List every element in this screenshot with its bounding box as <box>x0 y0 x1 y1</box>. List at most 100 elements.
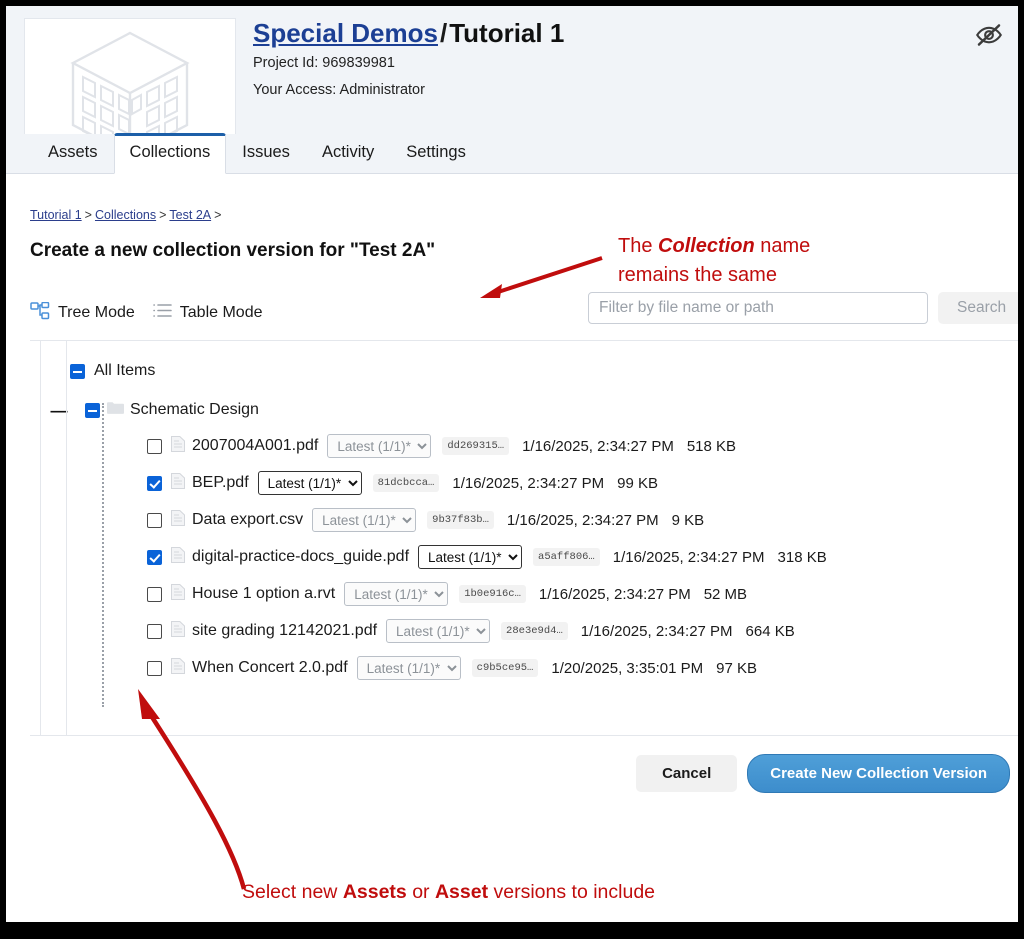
eye-slash-icon[interactable] <box>974 20 1004 50</box>
file-date: 1/16/2025, 2:34:27 PM <box>613 549 765 566</box>
file-hash: 28e3e9d4… <box>501 622 568 640</box>
file-date: 1/16/2025, 2:34:27 PM <box>507 512 659 529</box>
file-hash: dd269315… <box>442 437 509 455</box>
annotation-top-line-2: remains the same <box>618 261 810 290</box>
version-select[interactable]: Latest (1/1)* <box>344 582 448 606</box>
file-name: When Concert 2.0.pdf <box>192 659 348 677</box>
file-checkbox[interactable] <box>147 513 162 528</box>
page-content: Tutorial 1>Collections>Test 2A> Create a… <box>6 208 1018 793</box>
version-select[interactable]: Latest (1/1)* <box>258 471 362 495</box>
file-hash: a5aff806… <box>533 548 600 566</box>
current-project-name: Tutorial 1 <box>449 18 564 48</box>
form-actions: Cancel Create New Collection Version <box>30 736 1018 793</box>
breadcrumb-separator-2: > <box>156 208 169 222</box>
file-size: 9 KB <box>672 512 705 529</box>
file-icon <box>171 584 185 605</box>
search-button[interactable]: Search <box>938 292 1018 324</box>
project-link[interactable]: Special Demos <box>253 18 438 48</box>
tree-row-file[interactable]: digital-practice-docs_guide.pdf Latest (… <box>50 543 1018 571</box>
file-date: 1/16/2025, 2:34:27 PM <box>581 623 733 640</box>
tree-nodes-icon <box>30 302 50 325</box>
breadcrumb-item-test-2a[interactable]: Test 2A <box>169 208 211 222</box>
tab-issues[interactable]: Issues <box>226 133 306 174</box>
title-separator: / <box>438 18 449 48</box>
folder-checkbox[interactable] <box>85 403 100 418</box>
project-title-block: Special Demos/Tutorial 1 Project Id: 969… <box>253 20 564 101</box>
file-date: 1/20/2025, 3:35:01 PM <box>551 660 703 677</box>
folder-icon <box>107 401 124 420</box>
main-tabs: Assets Collections Issues Activity Setti… <box>6 134 1018 174</box>
all-items-label: All Items <box>94 362 155 380</box>
file-hash: 9b37f83b… <box>427 511 494 529</box>
file-hash: 1b0e916c… <box>459 585 526 603</box>
version-select[interactable]: Latest (1/1)* <box>327 434 431 458</box>
tree-row-file[interactable]: site grading 12142021.pdf Latest (1/1)* … <box>50 617 1018 645</box>
tree-row-folder[interactable]: — Schematic Design <box>50 396 1018 424</box>
file-name: House 1 option a.rvt <box>192 585 335 603</box>
file-icon <box>171 658 185 679</box>
create-new-collection-version-button[interactable]: Create New Collection Version <box>747 754 1010 793</box>
asset-tree: All Items — Schematic Design <box>30 341 1018 682</box>
file-name: Data export.csv <box>192 511 303 529</box>
tree-mode-label: Tree Mode <box>58 304 135 322</box>
breadcrumb-item-collections[interactable]: Collections <box>95 208 156 222</box>
page-title-line: Special Demos/Tutorial 1 <box>253 20 564 47</box>
tree-row-all-items[interactable]: All Items <box>50 357 1018 385</box>
version-select[interactable]: Latest (1/1)* <box>357 656 461 680</box>
file-checkbox[interactable] <box>147 624 162 639</box>
file-date: 1/16/2025, 2:34:27 PM <box>522 438 674 455</box>
breadcrumb-separator-3: > <box>211 208 224 222</box>
list-lines-icon <box>153 303 172 323</box>
tree-connector-line <box>102 403 104 707</box>
file-name: digital-practice-docs_guide.pdf <box>192 548 409 566</box>
app-window: Special Demos/Tutorial 1 Project Id: 969… <box>6 6 1018 922</box>
file-name: site grading 12142021.pdf <box>192 622 377 640</box>
table-mode-button[interactable]: Table Mode <box>153 303 263 323</box>
file-checkbox[interactable] <box>147 661 162 676</box>
folder-expand-toggle[interactable]: — <box>50 402 68 419</box>
file-size: 664 KB <box>746 623 795 640</box>
table-mode-label: Table Mode <box>180 304 263 322</box>
tab-assets[interactable]: Assets <box>32 133 114 174</box>
tab-activity[interactable]: Activity <box>306 133 390 174</box>
file-size: 518 KB <box>687 438 736 455</box>
user-access-level: Your Access: Administrator <box>253 80 564 101</box>
tree-row-file[interactable]: House 1 option a.rvt Latest (1/1)* 1b0e9… <box>50 580 1018 608</box>
file-icon <box>171 510 185 531</box>
cancel-button[interactable]: Cancel <box>636 755 737 792</box>
version-select[interactable]: Latest (1/1)* <box>312 508 416 532</box>
project-id: Project Id: 969839981 <box>253 53 564 74</box>
file-date: 1/16/2025, 2:34:27 PM <box>452 475 604 492</box>
file-size: 99 KB <box>617 475 658 492</box>
tab-settings[interactable]: Settings <box>390 133 482 174</box>
search-input[interactable] <box>588 292 928 324</box>
breadcrumb-item-tutorial-1[interactable]: Tutorial 1 <box>30 208 82 222</box>
tree-row-file[interactable]: When Concert 2.0.pdf Latest (1/1)* c9b5c… <box>50 654 1018 682</box>
breadcrumb-separator-1: > <box>82 208 95 222</box>
file-checkbox[interactable] <box>147 476 162 491</box>
file-checkbox[interactable] <box>147 587 162 602</box>
file-icon <box>171 473 185 494</box>
all-items-checkbox[interactable] <box>70 364 85 379</box>
file-hash: c9b5ce95… <box>472 659 539 677</box>
version-select[interactable]: Latest (1/1)* <box>418 545 522 569</box>
tree-mode-button[interactable]: Tree Mode <box>30 302 135 325</box>
tree-row-file[interactable]: BEP.pdf Latest (1/1)* 81dcbcca… 1/16/202… <box>50 469 1018 497</box>
asset-tree-panel: All Items — Schematic Design <box>30 340 1018 736</box>
tab-collections[interactable]: Collections <box>114 133 227 174</box>
file-name: BEP.pdf <box>192 474 249 492</box>
file-icon <box>171 621 185 642</box>
tree-row-file[interactable]: 2007004A001.pdf Latest (1/1)* dd269315… … <box>50 432 1018 460</box>
page-title: Create a new collection version for "Tes… <box>30 240 1018 262</box>
file-hash: 81dcbcca… <box>373 474 440 492</box>
file-size: 318 KB <box>778 549 827 566</box>
tree-row-file[interactable]: Data export.csv Latest (1/1)* 9b37f83b… … <box>50 506 1018 534</box>
annotation-top-line-1: The Collection name <box>618 232 810 261</box>
file-checkbox[interactable] <box>147 439 162 454</box>
annotation-text-bottom: Select new Assets or Asset versions to i… <box>242 878 655 906</box>
file-size: 52 MB <box>704 586 747 603</box>
file-icon <box>171 547 185 568</box>
breadcrumb: Tutorial 1>Collections>Test 2A> <box>30 208 1018 222</box>
file-checkbox[interactable] <box>147 550 162 565</box>
version-select[interactable]: Latest (1/1)* <box>386 619 490 643</box>
